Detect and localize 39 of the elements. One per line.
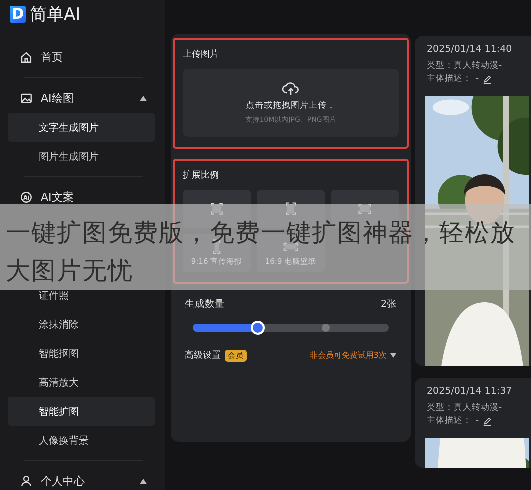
pencil-icon[interactable] [483,75,492,84]
upload-prompt: 点击或拖拽图片上传， [246,100,336,112]
trial-note[interactable]: 非会员可免费试用3次 [310,350,387,361]
count-value: 2张 [380,298,397,311]
history-time: 2025/01/14 11:37 [427,386,514,397]
description-value: - [476,73,480,86]
slider-step-dot [322,324,330,332]
app-logo-text: 简单AI [30,4,81,26]
sidebar-subitem[interactable]: 智能扩图 [8,397,155,426]
sidebar-group[interactable]: AI绘图 [8,83,157,113]
sidebar-subitem[interactable]: 文字生成图片 [8,113,155,142]
advanced-settings-label: 高级设置 [185,350,221,362]
sidebar-subitem[interactable]: 高清放大 [8,368,155,397]
sidebar-subitem[interactable]: 智能抠图 [8,339,155,368]
logo-mark: D [10,6,26,22]
section-title: 上传图片 [183,48,220,61]
count-label: 生成数量 [185,298,225,311]
sidebar-subitem[interactable]: 图片生成图片 [8,142,155,171]
description-label: 主体描述： [427,415,472,428]
history-type: 类型：真人转动漫- [427,60,504,73]
description-label: 主体描述： [427,73,472,86]
cloud-upload-icon [282,81,300,97]
description-value: - [476,415,480,428]
sidebar-item[interactable]: AI文案 [8,182,157,212]
section-title: 扩展比例 [183,170,220,182]
home-icon [20,50,33,64]
history-type: 类型：真人转动漫- [427,402,504,415]
slider-track[interactable] [193,324,389,332]
user-icon [20,474,33,488]
sidebar-subitem[interactable]: 涂抹消除 [8,310,155,339]
history-time: 2025/01/14 11:40 [427,44,514,55]
image-icon [20,92,33,104]
caret-icon [390,353,397,358]
sidebar-group[interactable]: 个人中心 [8,466,157,490]
ai-icon [20,190,33,204]
pencil-icon[interactable] [483,417,492,426]
sidebar-item[interactable]: 首页 [8,42,157,72]
sidebar-subitem[interactable]: 人像换背景 [8,426,155,455]
slider-thumb[interactable] [250,321,265,335]
